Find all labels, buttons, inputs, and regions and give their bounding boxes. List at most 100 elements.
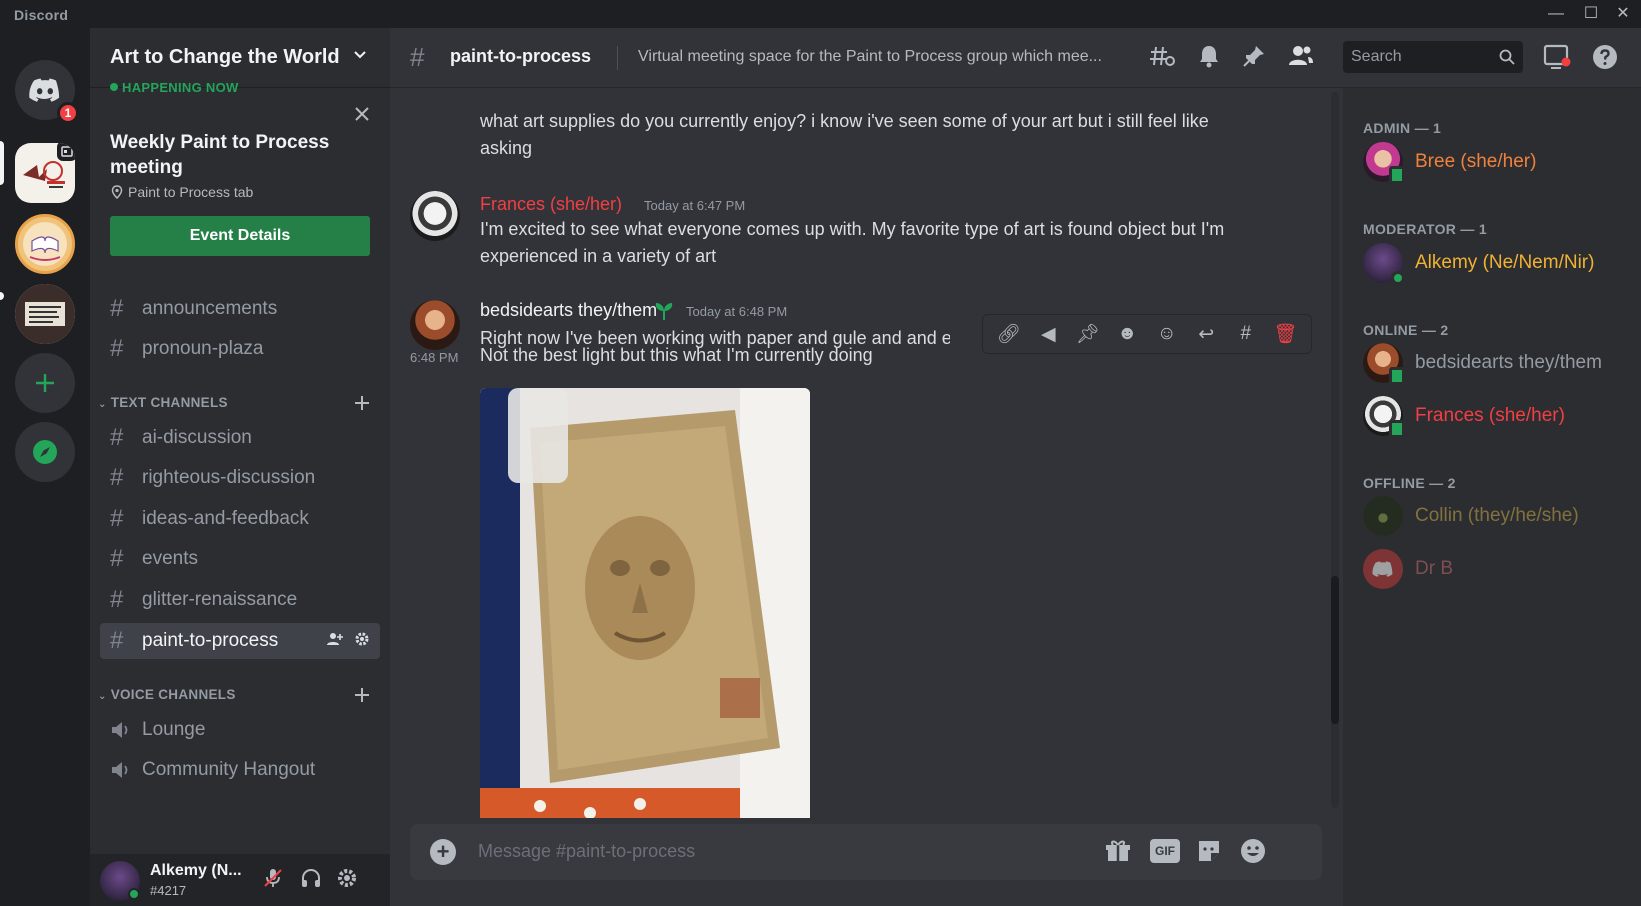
bell-icon[interactable] (1198, 44, 1220, 68)
online-status-icon (1391, 271, 1405, 285)
minimize-button[interactable]: — (1539, 3, 1573, 25)
explore-servers-button[interactable] (15, 422, 75, 482)
search-input[interactable]: Search (1343, 41, 1523, 73)
hash-icon: # (110, 424, 124, 451)
channel-topic[interactable]: Virtual meeting space for the Paint to P… (638, 48, 1128, 66)
channel-glitter-renaissance[interactable]: # glitter-renaissance (100, 582, 380, 618)
hash-icon: # (110, 335, 124, 362)
avatar[interactable] (410, 191, 460, 241)
sticker-icon[interactable] (1196, 838, 1222, 864)
add-server-button[interactable] (15, 353, 75, 413)
title-bar: Discord — ☐ ✕ (0, 0, 1641, 28)
member-item[interactable]: Alkemy (Ne/Nem/Nir) (1363, 243, 1633, 287)
chevron-down-icon: ⌄ (98, 691, 107, 702)
app-name: Discord (14, 7, 69, 23)
message-composer: + Message #paint-to-process GIF (410, 824, 1322, 880)
create-channel-icon[interactable] (354, 395, 370, 411)
hash-lock-icon: # (110, 586, 124, 613)
event-title: Weekly Paint to Process meeting (110, 132, 330, 178)
guild-header[interactable]: Art to Change the World (90, 28, 390, 88)
hash-lock-icon: # (110, 627, 124, 654)
help-icon[interactable] (1592, 44, 1618, 70)
member-group-online: ONLINE — 2 (1363, 322, 1449, 338)
category-voice-channels[interactable]: ⌄ VOICE CHANNELS (98, 687, 236, 702)
category-text-channels[interactable]: ⌄ TEXT CHANNELS (98, 395, 228, 410)
avatar[interactable] (410, 300, 460, 350)
server-art-to-change-the-world[interactable] (15, 143, 75, 203)
server-book-logo-icon (23, 222, 67, 266)
channel-paint-to-process[interactable]: # paint-to-process (100, 623, 380, 659)
upload-plus-icon[interactable]: + (430, 839, 456, 865)
trash-icon[interactable]: 🗑︎ (1268, 322, 1302, 346)
member-name: Alkemy (Ne/Nem/Nir) (1415, 252, 1595, 273)
speaker-icon (112, 762, 128, 778)
message-author[interactable]: Frances (she/her) (480, 194, 622, 215)
unread-server-pill (0, 292, 4, 300)
channel-ai-discussion[interactable]: # ai-discussion (100, 420, 380, 456)
emoji-icon[interactable] (1240, 838, 1266, 864)
image-attachment[interactable] (480, 388, 810, 818)
message-input[interactable]: Message #paint-to-process (478, 841, 695, 862)
member-item[interactable]: Frances (she/her) (1363, 396, 1633, 440)
mobile-status-icon (1389, 166, 1405, 184)
invite-member-icon[interactable] (326, 631, 344, 647)
member-name: Bree (she/her) (1415, 151, 1537, 172)
home-button[interactable]: 1 (15, 60, 79, 124)
user-settings-gear-icon[interactable] (336, 867, 358, 889)
chevron-down-icon: ⌄ (98, 399, 107, 410)
message-text: I'm excited to see what everyone comes u… (480, 219, 1225, 266)
hash-icon: # (110, 295, 124, 322)
speaker-icon (112, 722, 128, 738)
event-details-button[interactable]: Event Details (110, 216, 370, 256)
user-tag: #4217 (150, 883, 187, 898)
member-item[interactable]: Collin (they/he/she) (1363, 496, 1633, 540)
sprout-badge-icon (655, 303, 673, 320)
online-status-icon (128, 888, 140, 900)
scrollbar-thumb[interactable] (1331, 576, 1339, 724)
message-author[interactable]: bedsidearts they/them (480, 300, 657, 321)
member-name: Frances (she/her) (1415, 405, 1565, 426)
compass-icon (33, 440, 57, 464)
channel-announcements[interactable]: # announcements (100, 291, 380, 327)
inbox-icon[interactable] (1543, 44, 1571, 70)
message-list: what art supplies do you currently enjoy… (390, 88, 1330, 818)
pin-icon[interactable] (1242, 44, 1266, 68)
close-icon[interactable] (354, 106, 370, 122)
headphones-icon[interactable] (300, 867, 322, 889)
member-item[interactable]: bedsidearts they/them (1363, 343, 1633, 387)
server-authors[interactable] (15, 284, 75, 344)
gif-button[interactable]: GIF (1150, 839, 1180, 863)
discord-logo-icon (1372, 561, 1393, 577)
channel-events[interactable]: # events (100, 541, 380, 577)
maximize-button[interactable]: ☐ (1574, 3, 1608, 25)
member-name: Dr B (1415, 558, 1453, 579)
hash-icon: # (110, 505, 124, 532)
create-channel-icon[interactable] (354, 687, 370, 703)
member-group-offline: OFFLINE — 2 (1363, 475, 1456, 491)
member-list: ADMIN — 1 Bree (she/her) MODERATOR — 1 A… (1343, 88, 1641, 906)
member-name: Collin (they/he/she) (1415, 505, 1579, 526)
mobile-status-icon (1389, 367, 1405, 385)
channel-community-hangout[interactable]: Community Hangout (100, 752, 380, 788)
threads-icon[interactable] (1150, 44, 1176, 68)
gear-icon[interactable] (354, 631, 370, 647)
channel-lounge[interactable]: Lounge (100, 712, 380, 748)
user-name: Alkemy (N... (150, 862, 242, 879)
server-writing-circle[interactable] (15, 214, 75, 274)
guild-name: Art to Change the World (110, 46, 340, 68)
member-group-admin: ADMIN — 1 (1363, 120, 1442, 136)
hash-icon: # (110, 545, 124, 572)
channel-righteous-discussion[interactable]: # righteous-discussion (100, 460, 380, 496)
member-item[interactable]: Bree (she/her) (1363, 142, 1633, 186)
server-rail: 1 (0, 28, 90, 906)
channel-pronoun-plaza[interactable]: # pronoun-plaza (100, 331, 380, 367)
member-item[interactable]: Dr B (1363, 549, 1633, 593)
notification-badge: 1 (57, 102, 79, 124)
chat-header: # paint-to-process Virtual meeting space… (390, 28, 1343, 88)
channel-ideas-and-feedback[interactable]: # ideas-and-feedback (100, 501, 380, 537)
gift-icon[interactable] (1105, 838, 1131, 864)
member-list-icon[interactable] (1288, 44, 1314, 68)
avatar (1363, 549, 1403, 589)
mic-muted-icon[interactable] (262, 867, 284, 889)
close-window-button[interactable]: ✕ (1606, 3, 1640, 25)
